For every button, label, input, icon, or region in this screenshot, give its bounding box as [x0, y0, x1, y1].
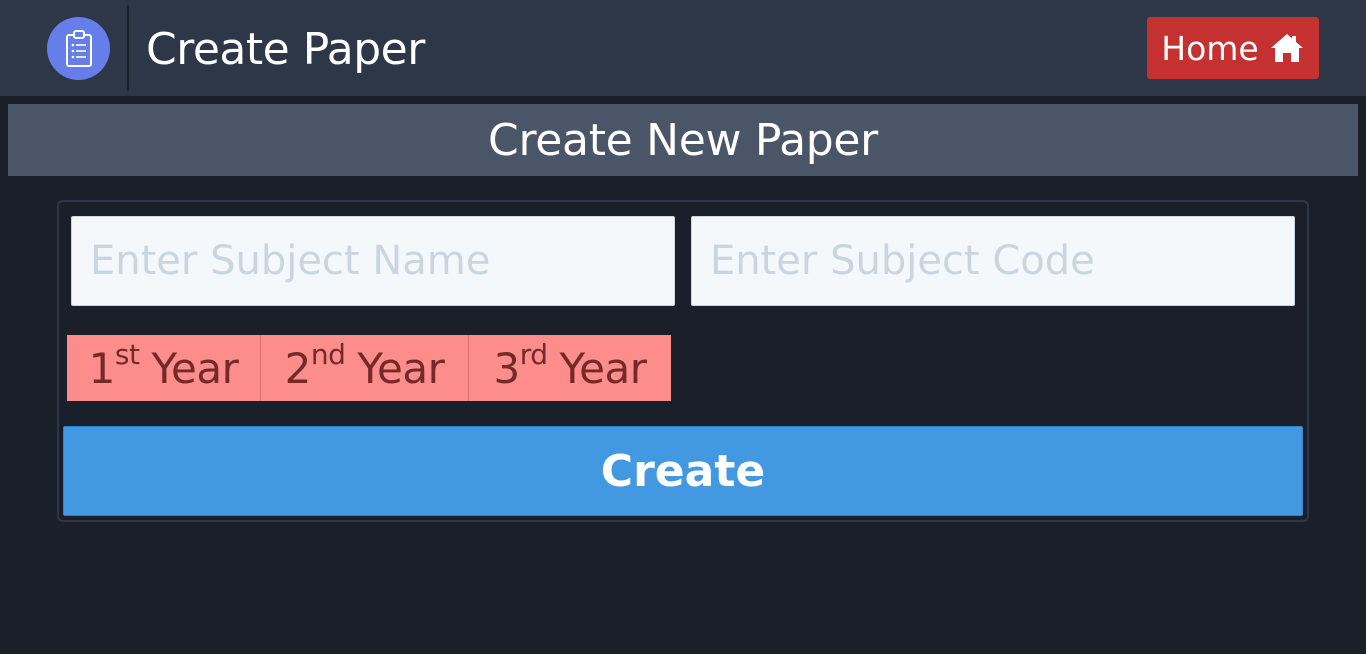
top-navbar: Create Paper Home [0, 0, 1366, 96]
year-suffix: rd [519, 337, 548, 371]
create-paper-form: 1st Year 2nd Year 3rd Year Create [57, 200, 1309, 522]
home-icon [1270, 34, 1303, 62]
year-option-2nd[interactable]: 2nd Year [261, 335, 469, 401]
app-logo [47, 17, 110, 80]
year-suffix: st [114, 337, 140, 371]
subject-code-input[interactable] [691, 216, 1295, 306]
year-number: 3 [493, 343, 521, 393]
page-title: Create Paper [146, 24, 425, 75]
home-button-label: Home [1161, 28, 1259, 68]
subject-name-input[interactable] [71, 216, 675, 306]
section-heading: Create New Paper [8, 104, 1358, 176]
year-label: Year [559, 343, 647, 393]
header-divider [127, 5, 129, 91]
year-suffix: nd [310, 337, 346, 371]
year-number: 2 [284, 343, 312, 393]
year-label: Year [357, 343, 445, 393]
year-option-3rd[interactable]: 3rd Year [469, 335, 671, 401]
home-button[interactable]: Home [1147, 17, 1319, 79]
clipboard-list-icon [65, 29, 92, 67]
create-button[interactable]: Create [63, 426, 1303, 516]
year-option-1st[interactable]: 1st Year [67, 335, 261, 401]
year-number: 1 [88, 343, 116, 393]
year-selector: 1st Year 2nd Year 3rd Year [67, 335, 671, 401]
year-label: Year [151, 343, 239, 393]
